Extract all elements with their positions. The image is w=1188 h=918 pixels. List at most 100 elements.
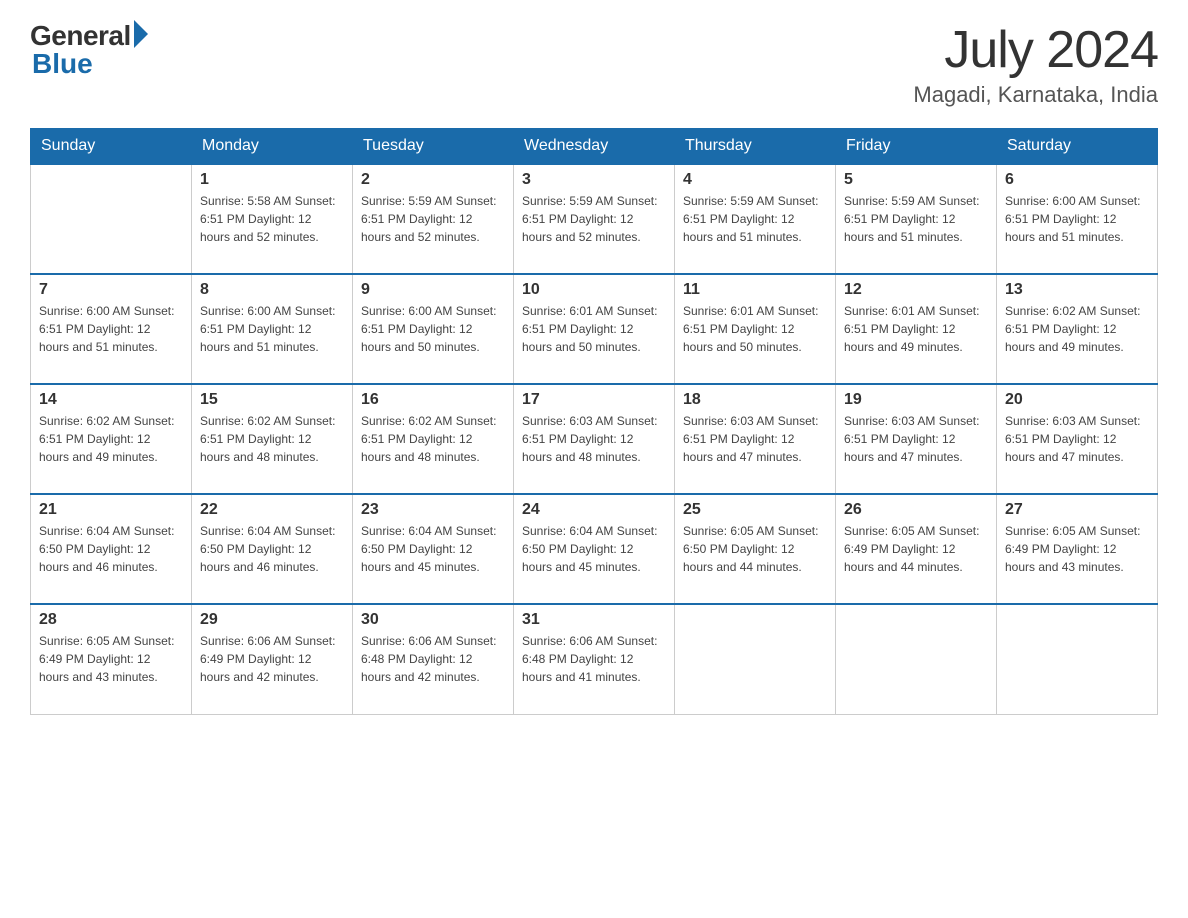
title-block: July 2024 Magadi, Karnataka, India <box>913 20 1158 108</box>
calendar-day-cell: 2Sunrise: 5:59 AM Sunset: 6:51 PM Daylig… <box>353 164 514 274</box>
day-info: Sunrise: 5:58 AM Sunset: 6:51 PM Dayligh… <box>200 192 344 246</box>
day-info: Sunrise: 6:06 AM Sunset: 6:49 PM Dayligh… <box>200 632 344 686</box>
day-number: 26 <box>844 501 988 519</box>
calendar-day-cell <box>997 604 1158 714</box>
calendar-day-cell: 5 Sunrise: 5:59 AM Sunset: 6:51 PM Daylig… <box>836 164 997 274</box>
calendar-week-row: 7 Sunrise: 6:00 AM Sunset: 6:51 PM Daylig… <box>31 274 1158 384</box>
day-number: 15 <box>200 391 344 409</box>
day-number: 9 <box>361 281 505 299</box>
calendar-day-header: Tuesday <box>353 129 514 165</box>
calendar-day-cell: 3 Sunrise: 5:59 AM Sunset: 6:51 PM Daylig… <box>514 164 675 274</box>
calendar-day-header: Monday <box>192 129 353 165</box>
calendar-day-cell: 11 Sunrise: 6:01 AM Sunset: 6:51 PM Dayli… <box>675 274 836 384</box>
calendar-day-cell <box>31 164 192 274</box>
calendar-day-cell: 1 Sunrise: 5:58 AM Sunset: 6:51 PM Daylig… <box>192 164 353 274</box>
day-info: Sunrise: 6:03 AM Sunset: 6:51 PM Dayligh… <box>683 412 827 466</box>
logo-triangle-icon <box>134 20 148 48</box>
day-info: Sunrise: 6:05 AM Sunset: 6:49 PM Dayligh… <box>39 632 183 686</box>
day-number: 22 <box>200 501 344 519</box>
calendar-day-cell: 29 Sunrise: 6:06 AM Sunset: 6:49 PM Dayli… <box>192 604 353 714</box>
calendar-day-cell: 8Sunrise: 6:00 AM Sunset: 6:51 PM Daylig… <box>192 274 353 384</box>
logo: General Blue <box>30 20 148 80</box>
day-number: 12 <box>844 281 988 299</box>
day-info: Sunrise: 6:03 AM Sunset: 6:51 PM Dayligh… <box>844 412 988 466</box>
day-number: 17 <box>522 391 666 409</box>
day-number: 20 <box>1005 391 1149 409</box>
day-info: Sunrise: 6:00 AM Sunset: 6:51 PM Dayligh… <box>39 302 183 356</box>
day-number: 21 <box>39 501 183 519</box>
day-info: Sunrise: 6:05 AM Sunset: 6:49 PM Dayligh… <box>1005 522 1149 576</box>
calendar-day-cell <box>836 604 997 714</box>
day-info: Sunrise: 5:59 AM Sunset: 6:51 PM Dayligh… <box>683 192 827 246</box>
day-number: 29 <box>200 611 344 629</box>
calendar-day-cell: 17 Sunrise: 6:03 AM Sunset: 6:51 PM Dayli… <box>514 384 675 494</box>
calendar-day-cell: 9 Sunrise: 6:00 AM Sunset: 6:51 PM Daylig… <box>353 274 514 384</box>
day-number: 23 <box>361 501 505 519</box>
calendar-day-header: Saturday <box>997 129 1158 165</box>
calendar-day-header: Friday <box>836 129 997 165</box>
day-info: Sunrise: 6:02 AM Sunset: 6:51 PM Dayligh… <box>1005 302 1149 356</box>
location-title: Magadi, Karnataka, India <box>913 82 1158 108</box>
day-number: 10 <box>522 281 666 299</box>
day-info: Sunrise: 6:00 AM Sunset: 6:51 PM Dayligh… <box>1005 192 1149 246</box>
calendar-day-header: Wednesday <box>514 129 675 165</box>
calendar-table: SundayMondayTuesdayWednesdayThursdayFrid… <box>30 128 1158 715</box>
day-info: Sunrise: 6:06 AM Sunset: 6:48 PM Dayligh… <box>361 632 505 686</box>
day-info: Sunrise: 6:03 AM Sunset: 6:51 PM Dayligh… <box>522 412 666 466</box>
day-number: 6 <box>1005 171 1149 189</box>
day-info: Sunrise: 6:01 AM Sunset: 6:51 PM Dayligh… <box>683 302 827 356</box>
calendar-day-cell: 10Sunrise: 6:01 AM Sunset: 6:51 PM Dayli… <box>514 274 675 384</box>
day-info: Sunrise: 5:59 AM Sunset: 6:51 PM Dayligh… <box>522 192 666 246</box>
calendar-day-cell: 30 Sunrise: 6:06 AM Sunset: 6:48 PM Dayli… <box>353 604 514 714</box>
calendar-day-cell: 24Sunrise: 6:04 AM Sunset: 6:50 PM Dayli… <box>514 494 675 604</box>
calendar-day-cell: 4Sunrise: 5:59 AM Sunset: 6:51 PM Daylig… <box>675 164 836 274</box>
day-number: 25 <box>683 501 827 519</box>
day-number: 31 <box>522 611 666 629</box>
calendar-day-cell: 20 Sunrise: 6:03 AM Sunset: 6:51 PM Dayli… <box>997 384 1158 494</box>
calendar-day-cell: 7 Sunrise: 6:00 AM Sunset: 6:51 PM Daylig… <box>31 274 192 384</box>
day-info: Sunrise: 6:06 AM Sunset: 6:48 PM Dayligh… <box>522 632 666 686</box>
day-number: 1 <box>200 171 344 189</box>
day-info: Sunrise: 6:04 AM Sunset: 6:50 PM Dayligh… <box>200 522 344 576</box>
calendar-day-cell: 19 Sunrise: 6:03 AM Sunset: 6:51 PM Dayli… <box>836 384 997 494</box>
day-info: Sunrise: 6:02 AM Sunset: 6:51 PM Dayligh… <box>200 412 344 466</box>
day-number: 7 <box>39 281 183 299</box>
calendar-day-cell: 15 Sunrise: 6:02 AM Sunset: 6:51 PM Dayli… <box>192 384 353 494</box>
calendar-week-row: 21 Sunrise: 6:04 AM Sunset: 6:50 PM Dayli… <box>31 494 1158 604</box>
calendar-week-row: 1 Sunrise: 5:58 AM Sunset: 6:51 PM Daylig… <box>31 164 1158 274</box>
calendar-day-cell: 31 Sunrise: 6:06 AM Sunset: 6:48 PM Dayli… <box>514 604 675 714</box>
day-info: Sunrise: 6:04 AM Sunset: 6:50 PM Dayligh… <box>361 522 505 576</box>
day-info: Sunrise: 6:02 AM Sunset: 6:51 PM Dayligh… <box>361 412 505 466</box>
calendar-header-row: SundayMondayTuesdayWednesdayThursdayFrid… <box>31 129 1158 165</box>
calendar-day-cell: 23 Sunrise: 6:04 AM Sunset: 6:50 PM Dayli… <box>353 494 514 604</box>
day-number: 5 <box>844 171 988 189</box>
day-info: Sunrise: 6:05 AM Sunset: 6:49 PM Dayligh… <box>844 522 988 576</box>
calendar-day-header: Thursday <box>675 129 836 165</box>
day-number: 30 <box>361 611 505 629</box>
calendar-day-cell: 18 Sunrise: 6:03 AM Sunset: 6:51 PM Dayli… <box>675 384 836 494</box>
day-number: 13 <box>1005 281 1149 299</box>
day-info: Sunrise: 6:03 AM Sunset: 6:51 PM Dayligh… <box>1005 412 1149 466</box>
day-info: Sunrise: 6:01 AM Sunset: 6:51 PM Dayligh… <box>844 302 988 356</box>
day-number: 18 <box>683 391 827 409</box>
logo-blue-text: Blue <box>32 48 93 80</box>
day-number: 3 <box>522 171 666 189</box>
calendar-day-cell: 25Sunrise: 6:05 AM Sunset: 6:50 PM Dayli… <box>675 494 836 604</box>
day-info: Sunrise: 6:00 AM Sunset: 6:51 PM Dayligh… <box>200 302 344 356</box>
calendar-day-cell: 13 Sunrise: 6:02 AM Sunset: 6:51 PM Dayli… <box>997 274 1158 384</box>
calendar-day-cell: 26 Sunrise: 6:05 AM Sunset: 6:49 PM Dayli… <box>836 494 997 604</box>
month-title: July 2024 <box>913 20 1158 80</box>
calendar-day-cell: 16Sunrise: 6:02 AM Sunset: 6:51 PM Dayli… <box>353 384 514 494</box>
calendar-week-row: 28 Sunrise: 6:05 AM Sunset: 6:49 PM Dayli… <box>31 604 1158 714</box>
day-info: Sunrise: 6:02 AM Sunset: 6:51 PM Dayligh… <box>39 412 183 466</box>
day-number: 19 <box>844 391 988 409</box>
calendar-day-cell: 22 Sunrise: 6:04 AM Sunset: 6:50 PM Dayli… <box>192 494 353 604</box>
day-number: 11 <box>683 281 827 299</box>
day-number: 27 <box>1005 501 1149 519</box>
calendar-day-cell: 6 Sunrise: 6:00 AM Sunset: 6:51 PM Daylig… <box>997 164 1158 274</box>
day-number: 28 <box>39 611 183 629</box>
calendar-day-cell: 28 Sunrise: 6:05 AM Sunset: 6:49 PM Dayli… <box>31 604 192 714</box>
day-info: Sunrise: 6:00 AM Sunset: 6:51 PM Dayligh… <box>361 302 505 356</box>
calendar-week-row: 14Sunrise: 6:02 AM Sunset: 6:51 PM Dayli… <box>31 384 1158 494</box>
day-info: Sunrise: 5:59 AM Sunset: 6:51 PM Dayligh… <box>844 192 988 246</box>
